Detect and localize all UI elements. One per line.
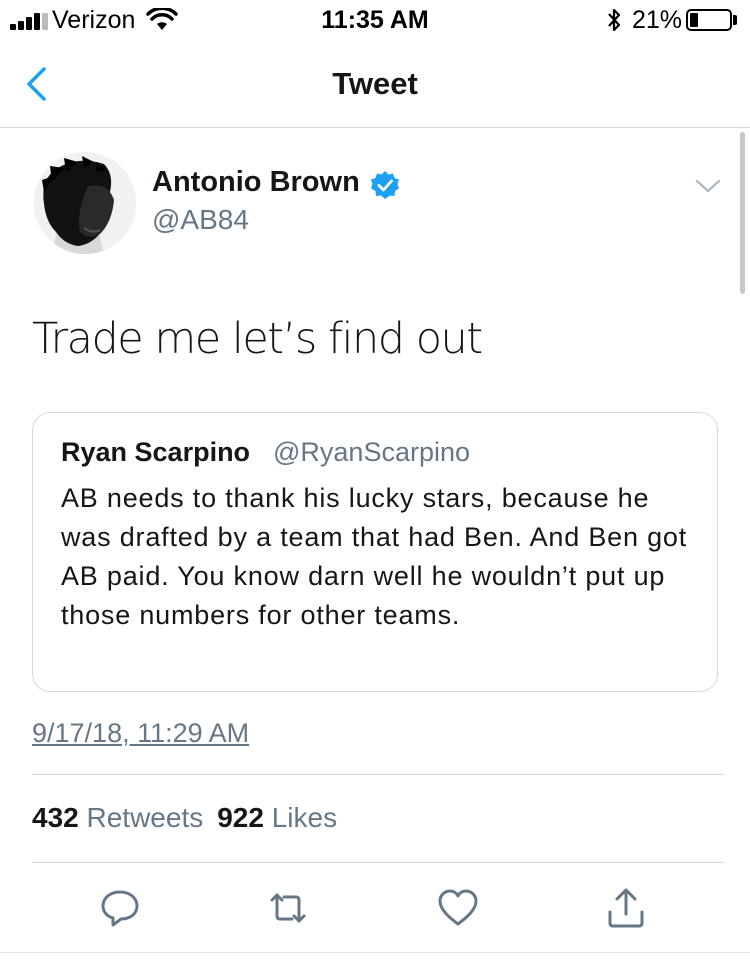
scrollbar[interactable]: [740, 132, 745, 294]
tweet-stats: 432 Retweets 922 Likes: [32, 802, 351, 834]
retweets-stat[interactable]: 432 Retweets: [32, 802, 203, 834]
bluetooth-icon: [608, 8, 621, 32]
divider: [32, 862, 724, 863]
quoted-tweet-text: AB needs to thank his lucky stars, becau…: [61, 483, 687, 630]
retweet-icon[interactable]: [266, 886, 310, 930]
battery-icon: [686, 9, 732, 31]
likes-count: 922: [217, 802, 264, 833]
retweets-label: Retweets: [86, 802, 204, 833]
quoted-tweet[interactable]: Ryan Scarpino @RyanScarpino AB needs to …: [32, 412, 718, 692]
likes-stat[interactable]: 922 Likes: [217, 802, 337, 834]
likes-label: Likes: [271, 802, 338, 833]
chevron-down-icon[interactable]: [694, 176, 722, 196]
author-handle[interactable]: @AB84: [152, 204, 249, 236]
author-name[interactable]: Antonio Brown: [152, 166, 360, 199]
tweet-text: Trade me let’s find out: [32, 314, 483, 364]
battery-percent: 21%: [632, 6, 683, 34]
page-title: Tweet: [332, 66, 418, 101]
battery-level: [690, 13, 698, 27]
status-bar: Verizon 11:35 AM 21%: [0, 0, 750, 40]
nav-bar: Tweet: [0, 40, 750, 128]
verified-badge-icon: [371, 171, 399, 199]
heart-icon[interactable]: [436, 886, 480, 930]
reply-icon[interactable]: [98, 886, 142, 930]
battery-tip: [733, 15, 737, 25]
share-icon[interactable]: [604, 886, 648, 930]
avatar[interactable]: [34, 152, 136, 254]
divider: [0, 952, 750, 953]
retweets-count: 432: [32, 802, 79, 833]
quoted-author-handle: @RyanScarpino: [273, 437, 471, 467]
quoted-author-name: Ryan Scarpino: [61, 437, 251, 467]
divider: [32, 774, 724, 775]
tweet-timestamp[interactable]: 9/17/18, 11:29 AM: [32, 718, 249, 749]
